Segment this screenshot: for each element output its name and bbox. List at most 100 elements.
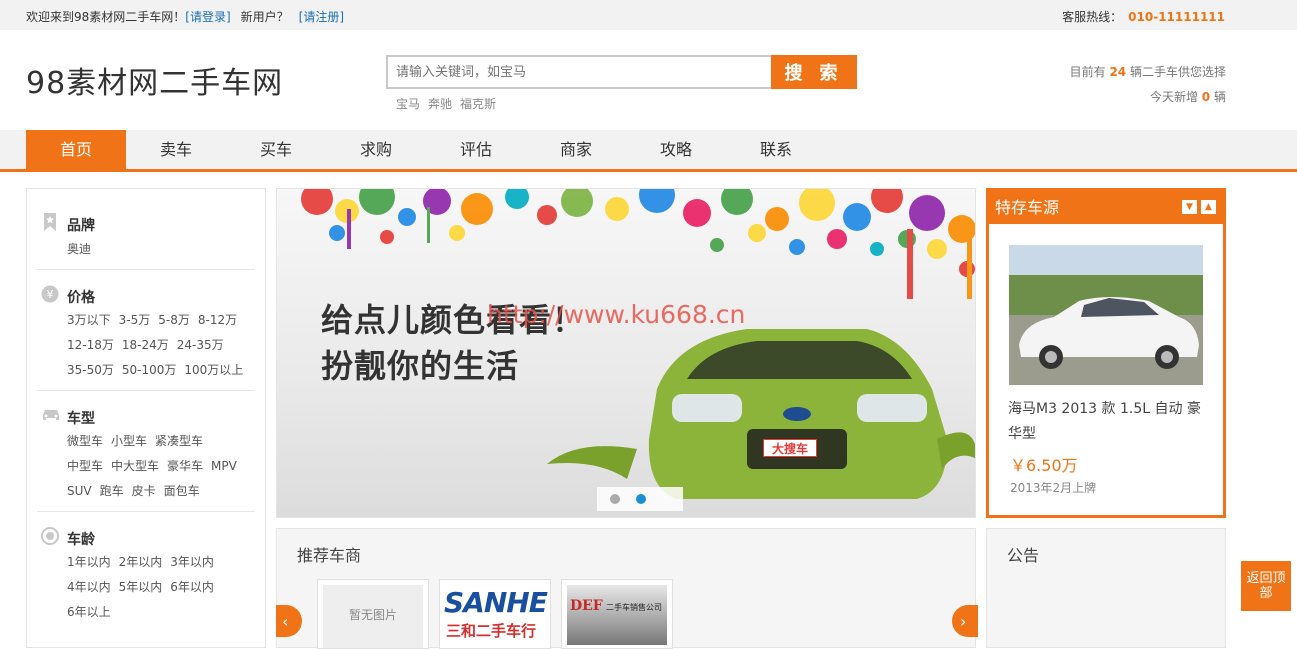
chevron-up-icon[interactable]: ▲ [1201, 200, 1216, 214]
no-image-placeholder: 暂无图片 [323, 585, 423, 648]
filter-panel: 品牌 奥迪 ¥ 价格 3万以下 3-5万 5-8万 8-12万 12-18万 18-24… [26, 188, 266, 648]
new-user-text: 新用户？ [240, 10, 289, 24]
type-option[interactable]: 皮卡 [132, 484, 156, 498]
type-option[interactable]: 中型车 [67, 459, 103, 473]
svg-text:¥: ¥ [47, 288, 54, 301]
yen-icon: ¥ [41, 285, 59, 303]
age-title: 车龄 [67, 532, 95, 548]
type-row: 微型车 小型车 紧凑型车 [67, 432, 211, 449]
price-option[interactable]: 5-8万 [158, 313, 190, 327]
search-input[interactable] [386, 55, 772, 89]
inventory-stats: 目前有 24 辆二手车供您选择 今天新增 0 辆 [1070, 60, 1226, 110]
chevron-down-icon[interactable]: ▼ [1182, 200, 1197, 214]
age-option[interactable]: 3年以内 [170, 555, 214, 569]
price-option[interactable]: 12-18万 [67, 338, 114, 352]
age-option[interactable]: 2年以内 [119, 555, 163, 569]
featured-car-name[interactable]: 海马M3 2013 款 1.5L 自动 豪华型 [1008, 397, 1213, 447]
type-option[interactable]: 中大型车 [111, 459, 159, 473]
dealer-card[interactable]: SANHE 三和二手车行 [439, 579, 551, 649]
dealer-logo-sanhe-sub: 三和二手车行 [446, 622, 537, 640]
age-option[interactable]: 5年以内 [119, 580, 163, 594]
total-count: 24 [1109, 65, 1127, 79]
hot-search-tags: 宝马 奔驰 福克斯 [396, 95, 504, 112]
welcome-area: 欢迎来到98素材网二手车网！[请登录] 新用户？ [请注册] [26, 8, 344, 25]
price-title: 价格 [67, 290, 95, 306]
price-row: 12-18万 18-24万 24-35万 [67, 336, 232, 353]
notice-panel: 公告 [986, 528, 1226, 648]
price-option[interactable]: 18-24万 [122, 338, 169, 352]
login-link[interactable]: [请登录] [185, 10, 230, 24]
brand-row: 奥迪 [67, 240, 99, 257]
brand-title: 品牌 [67, 218, 95, 234]
brand-option[interactable]: 奥迪 [67, 242, 91, 256]
price-option[interactable]: 50-100万 [122, 363, 177, 377]
hotline-number: 010-11111111 [1128, 10, 1225, 24]
nav-dealers[interactable]: 商家 [526, 130, 626, 170]
price-option[interactable]: 35-50万 [67, 363, 114, 377]
banner-line-2: 扮靓你的生活 [321, 347, 520, 385]
hero-banner[interactable]: 给点儿颜色看看！ 扮靓你的生活 http://www.ku668.cn 大搜车 [276, 188, 976, 518]
price-option[interactable]: 3万以下 [67, 313, 111, 327]
bookmark-icon [41, 213, 59, 231]
nav-sell[interactable]: 卖车 [126, 130, 226, 170]
age-option[interactable]: 1年以内 [67, 555, 111, 569]
featured-cars-panel: 特存车源 ▼ ▲ 海马M3 2013 款 1.5L 自动 豪华型 ￥6.50万 … [986, 188, 1226, 518]
price-option[interactable]: 3-5万 [119, 313, 151, 327]
nav-guides[interactable]: 攻略 [626, 130, 726, 170]
nav-appraise[interactable]: 评估 [426, 130, 526, 170]
type-option[interactable]: 跑车 [100, 484, 124, 498]
today-count-line: 今天新增 0 辆 [1149, 90, 1226, 104]
hotline-label: 客服热线： [1062, 10, 1123, 24]
hotline: 客服热线： 010-11111111 [1062, 8, 1225, 25]
carousel-indicators [597, 487, 683, 511]
top-bar: 欢迎来到98素材网二手车网！[请登录] 新用户？ [请注册] 客服热线： 010-11… [0, 0, 1297, 30]
hot-tag[interactable]: 宝马 [396, 97, 420, 111]
age-row: 1年以内 2年以内 3年以内 [67, 553, 222, 570]
age-option[interactable]: 6年以上 [67, 605, 111, 619]
divider [37, 390, 255, 391]
price-option[interactable]: 100万以上 [184, 363, 243, 377]
price-option[interactable]: 8-12万 [198, 313, 237, 327]
chevron-right-icon[interactable]: › [952, 605, 978, 637]
type-option[interactable]: 小型车 [111, 434, 147, 448]
main-nav: 首页 卖车 买车 求购 评估 商家 攻略 联系 [0, 130, 1297, 172]
type-option[interactable]: 紧凑型车 [155, 434, 203, 448]
dealer-card[interactable]: 暂无图片 [317, 579, 429, 649]
hot-tag[interactable]: 奔驰 [428, 97, 452, 111]
carousel-dot-active[interactable] [636, 494, 646, 504]
nav-wanted[interactable]: 求购 [326, 130, 426, 170]
type-option[interactable]: 微型车 [67, 434, 103, 448]
dealer-card[interactable]: DEF 二手车销售公司 [561, 579, 673, 649]
car-icon [41, 406, 59, 424]
type-option[interactable]: MPV [211, 459, 237, 473]
register-link[interactable]: [请注册] [299, 10, 344, 24]
type-option[interactable]: SUV [67, 484, 92, 498]
search-button[interactable]: 搜 索 [771, 55, 857, 89]
hot-tag[interactable]: 福克斯 [460, 97, 496, 111]
chevron-left-icon[interactable]: ‹ [276, 605, 302, 637]
price-option[interactable]: 24-35万 [177, 338, 224, 352]
notice-title: 公告 [1007, 546, 1040, 565]
type-option[interactable]: 面包车 [164, 484, 200, 498]
type-row: 中型车 中大型车 豪华车 MPV [67, 457, 245, 474]
green-car-illustration [547, 329, 975, 499]
nav-contact[interactable]: 联系 [726, 130, 826, 170]
recommended-dealers: 推荐车商 ‹ 暂无图片 SANHE 三和二手车行 DEF 二手车销售公司 › [276, 528, 978, 649]
nav-buy[interactable]: 买车 [226, 130, 326, 170]
age-option[interactable]: 6年以内 [170, 580, 214, 594]
featured-car-photo[interactable] [1009, 245, 1203, 385]
type-title: 车型 [67, 411, 95, 427]
back-to-top-button[interactable]: 返回顶部 [1241, 561, 1291, 611]
site-logo[interactable]: 98素材网二手车网 [26, 58, 283, 102]
carousel-dot[interactable] [610, 494, 620, 504]
type-option[interactable]: 豪华车 [167, 459, 203, 473]
banner-watermark: http://www.ku668.cn [487, 300, 746, 329]
age-row: 6年以上 [67, 603, 119, 620]
nav-home[interactable]: 首页 [26, 130, 126, 172]
price-row: 35-50万 50-100万 100万以上 [67, 361, 251, 378]
price-row: 3万以下 3-5万 5-8万 8-12万 [67, 311, 245, 328]
welcome-text: 欢迎来到98素材网二手车网！ [26, 10, 186, 24]
dealers-title: 推荐车商 [297, 546, 362, 565]
age-option[interactable]: 4年以内 [67, 580, 111, 594]
today-count: 0 [1201, 90, 1211, 104]
